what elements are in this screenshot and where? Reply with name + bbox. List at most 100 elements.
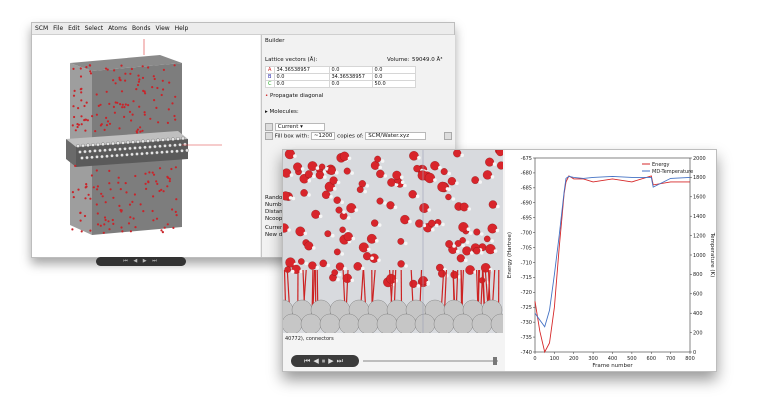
oxygen-atom [300,189,308,197]
hydrogen-atom [346,216,351,220]
y2-tick-label: 0 [693,350,696,356]
menu-bar: SCM File Edit Select Atoms Bonds View He… [32,23,454,35]
water-atom [113,111,116,114]
water-atom [138,78,141,81]
menu-bonds[interactable]: Bonds [132,25,151,32]
water-atom [105,124,109,127]
oxygen-atom [487,223,498,234]
water-atom [89,70,92,73]
molecules-toggle[interactable]: ▸ Molecules: [265,109,299,115]
minus-icon[interactable] [265,132,273,140]
hydrogen-atom [465,240,470,245]
menu-view[interactable]: View [155,25,169,32]
frame-slider[interactable] [363,360,498,362]
water-atom [152,75,155,78]
lattice-cell[interactable]: 0.0 [273,73,330,81]
last-frame-icon[interactable]: ⏭ [337,357,346,365]
minus-icon[interactable] [265,123,273,131]
copies-file-input[interactable]: SCM/Water.xyz [365,132,427,140]
lattice-cell[interactable]: 34.36538957 [328,73,373,81]
water-atom [163,226,166,229]
hydrogen-atom [337,272,342,277]
prev-icon[interactable]: ◀ [313,357,321,365]
oxygen-atom [445,240,453,248]
hydrogen-atom [333,186,337,191]
oxygen-atom [353,262,363,271]
menu-help[interactable]: Help [175,25,189,32]
hydrogen-atom [343,266,347,271]
lattice-cell[interactable]: 0.0 [371,73,416,81]
first-frame-icon[interactable]: ⏮ [304,357,313,365]
y-tick-label: -685 [521,186,532,192]
oxygen-atom [363,252,372,261]
hydrogen-atom [375,239,379,243]
menu-select[interactable]: Select [85,25,104,32]
menu-edit[interactable]: Edit [68,25,80,32]
slab-atom [91,143,95,147]
y2-tick-label: 2000 [693,156,706,162]
lattice-cell[interactable]: 0.0 [328,80,373,88]
water-atom [127,104,130,107]
current-select[interactable]: Current ▾ [274,123,325,131]
water-atom [167,108,170,111]
water-atom [141,76,145,79]
water-atom [76,125,79,129]
section-title: Builder [265,38,285,44]
water-atom [79,211,82,215]
water-atom [160,93,163,97]
hydrogen-atom [452,244,456,248]
frame-slider-handle[interactable] [493,357,497,365]
water-atom [173,64,176,67]
hydrogen-atom [377,223,382,227]
hydrogen-atom [478,180,482,184]
add-icon[interactable] [444,132,452,140]
oxygen-atom [298,258,305,265]
playback-controls[interactable]: ⏮ ◀ ▶ ⏭ [96,257,186,266]
menu-atoms[interactable]: Atoms [108,25,127,32]
oxygen-atom [483,235,491,243]
oxygen-atom [293,162,303,172]
lattice-cell[interactable]: 0.0 [328,66,373,74]
playback-controls[interactable]: ⏮◀⏸▶⏭ [291,355,359,367]
hydrogen-atom [350,278,355,283]
next-icon[interactable]: ▶ [328,357,336,365]
y2-tick-label: 1400 [693,214,706,220]
lattice-cell[interactable]: 50.0 [371,80,416,88]
hydrogen-atom [361,266,365,271]
hydrogen-atom [417,156,421,160]
y-tick-label: -680 [521,171,532,177]
hydrogen-atom [490,239,494,243]
water-atom [171,208,174,211]
y2-tick-label: 400 [693,311,703,317]
lattice-cell[interactable]: 0.0 [371,66,416,74]
y-tick-label: -715 [521,275,532,281]
y2-tick-label: 600 [693,292,703,298]
status-text: 40772), connectors [285,336,334,342]
water-atom [130,67,133,71]
water-atom [117,176,120,179]
oxygen-atom [462,246,472,256]
oxygen-atom [358,180,366,188]
water-atom [119,188,122,191]
molecule-close-up-view[interactable] [272,147,512,335]
molecules-label: Molecules: [269,109,299,115]
water-atom [118,127,121,130]
propagate-diagonal-toggle[interactable]: • Propagate diagonal [265,93,323,99]
menu-scm[interactable]: SCM [35,25,48,32]
water-atom [138,105,141,108]
water-atom [171,102,174,105]
water-atom [85,185,88,188]
slab-atom [130,152,134,157]
lattice-cell[interactable]: 0.0 [273,80,330,88]
water-atom [90,174,93,177]
lattice-cell[interactable]: 34.36538957 [273,66,330,74]
water-atom [121,106,124,109]
molecule-3d-view[interactable]: ⏮ ◀ ▶ ⏭ [32,35,260,266]
oxygen-atom [424,172,436,184]
water-atom [130,119,133,122]
water-atom [155,106,158,109]
water-atom [142,89,145,92]
menu-file[interactable]: File [53,25,63,32]
water-atom [74,129,77,132]
fill-count-input[interactable]: ~1200 [310,132,336,140]
